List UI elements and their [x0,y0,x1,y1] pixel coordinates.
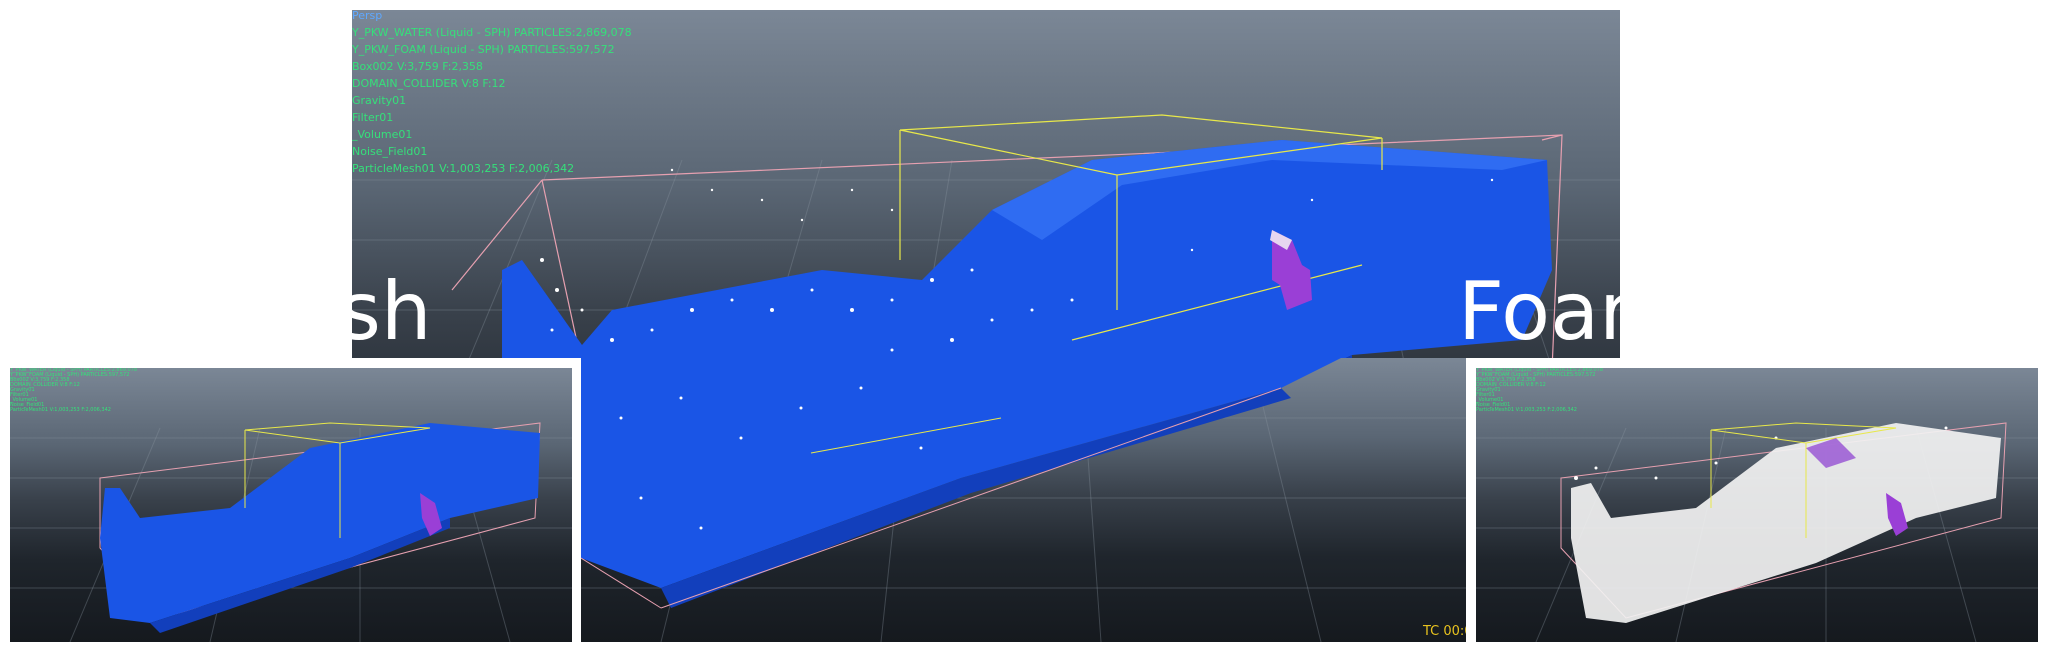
scene-outliner-overlay: Persp Y_PKW_WATER (Liquid - SPH) PARTICL… [352,10,632,174]
outliner-item: Y_PKW_WATER (Liquid - SPH) PARTICLES:2,8… [352,26,632,39]
outliner-item: Filter01 [352,111,394,124]
left-white-backdrop [0,0,352,366]
foam-thumbnail-viewport[interactable]: Y_PKW_WATER (Liquid - SPH) PARTICLES:2,8… [1476,368,2038,642]
right-white-backdrop [1620,0,2048,366]
bottom-strip [0,642,2048,652]
outliner-item: ParticleMesh01 V:1,003,253 F:2,006,342 [1476,407,1577,413]
outliner-item: ParticleMesh01 V:1,003,253 F:2,006,342 [10,407,111,413]
foam-thumbnail-outliner: Y_PKW_WATER (Liquid - SPH) PARTICLES:2,8… [1476,368,1603,413]
foam-caption: Foar [1458,265,1633,358]
view-label: Persp [352,10,383,22]
timecode-readout-lower: TC 00:0 [1423,624,1466,639]
outliner-item: Y_PKW_FOAM (Liquid - SPH) PARTICLES:597,… [352,43,615,56]
main-viewport-lower[interactable]: TC 00:0 [581,358,1466,642]
mesh-thumbnail-viewport[interactable]: Y_PKW_WATER (Liquid - SPH) PARTICLES:2,8… [10,368,572,642]
outliner-item: _Volume01 [352,128,413,141]
foam-thumbnail-cloud [1571,423,2001,623]
outliner-item: DOMAIN_COLLIDER V:8 F:12 [352,77,506,90]
mesh-thumbnail-outliner: Y_PKW_WATER (Liquid - SPH) PARTICLES:2,8… [10,368,137,413]
main-scene-lower [581,358,1466,642]
outliner-item: Gravity01 [352,94,407,107]
mesh-thumbnail-water [100,423,540,623]
outliner-item: ParticleMesh01 V:1,003,253 F:2,006,342 [352,162,575,175]
water-mesh-lower [581,358,1341,588]
outliner-item: Noise_Field01 [352,145,428,158]
outliner-item: Box002 V:3,759 F:2,358 [352,60,483,73]
